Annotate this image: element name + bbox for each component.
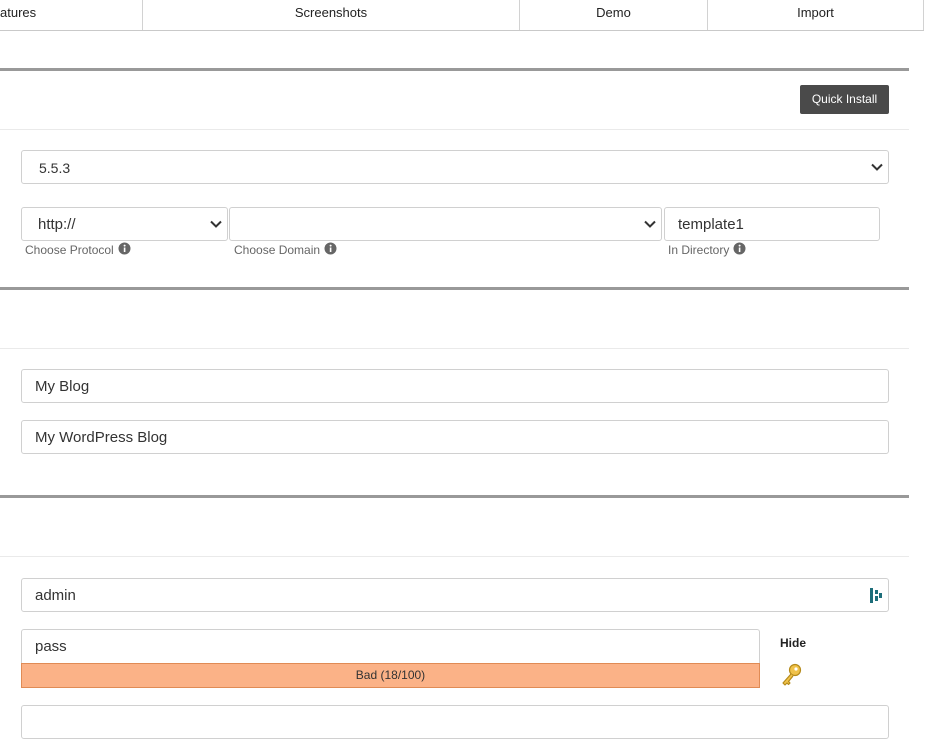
tab-demo-label: Demo (596, 5, 631, 20)
chevron-down-icon (210, 216, 222, 233)
tab-screenshots-label: Screenshots (294, 5, 368, 20)
directory-helper: In Directory (668, 242, 746, 258)
admin-password-value: pass (35, 638, 67, 655)
section-header-rule (0, 556, 909, 557)
directory-input[interactable]: template1 (664, 207, 880, 241)
tab-screenshots[interactable]: Screenshots (143, 0, 520, 30)
admin-username-value: admin (35, 587, 76, 604)
protocol-select[interactable]: http:// (21, 207, 228, 241)
section-header-rule (0, 348, 909, 349)
version-select[interactable]: 5.5.3 (21, 150, 889, 184)
domain-helper: Choose Domain (234, 242, 337, 258)
info-icon[interactable] (733, 242, 746, 258)
directory-label: In Directory (668, 243, 730, 257)
section-divider-site-settings (0, 287, 909, 290)
info-icon[interactable] (118, 242, 131, 258)
site-description-input[interactable]: My WordPress Blog (21, 420, 889, 454)
directory-input-value: template1 (678, 216, 744, 233)
tab-demo[interactable]: Demo (520, 0, 708, 30)
version-select-value: 5.5.3 (39, 160, 71, 176)
section-divider-admin-account (0, 495, 909, 498)
protocol-helper: Choose Protocol (25, 242, 131, 258)
key-icon[interactable] (780, 663, 802, 692)
top-tab-bar: atures Screenshots Demo Import (0, 0, 924, 31)
admin-email-input[interactable] (21, 705, 889, 739)
protocol-label: Choose Protocol (25, 243, 114, 257)
site-name-value: My Blog (35, 378, 90, 395)
tab-features[interactable]: atures (0, 0, 143, 30)
domain-label: Choose Domain (234, 243, 321, 257)
password-manager-icon[interactable] (870, 588, 882, 607)
hide-password-link[interactable]: Hide (780, 636, 806, 650)
section-header-rule (0, 129, 909, 130)
site-description-value: My WordPress Blog (35, 429, 168, 446)
chevron-down-icon (644, 216, 656, 233)
chevron-down-icon (871, 159, 883, 176)
info-icon[interactable] (324, 242, 337, 258)
protocol-select-value: http:// (38, 216, 76, 233)
admin-password-input[interactable]: pass (21, 629, 760, 663)
tab-import-label: Import (797, 5, 834, 20)
tab-features-label: atures (0, 5, 37, 20)
tab-import[interactable]: Import (708, 0, 924, 30)
password-strength-label: Bad (18/100) (355, 668, 426, 682)
site-name-input[interactable]: My Blog (21, 369, 889, 403)
admin-username-input[interactable]: admin (21, 578, 889, 612)
password-strength-meter: Bad (18/100) (21, 663, 760, 688)
section-divider-software-setup (0, 68, 909, 71)
quick-install-button[interactable]: Quick Install (800, 85, 889, 114)
domain-select[interactable] (229, 207, 662, 241)
